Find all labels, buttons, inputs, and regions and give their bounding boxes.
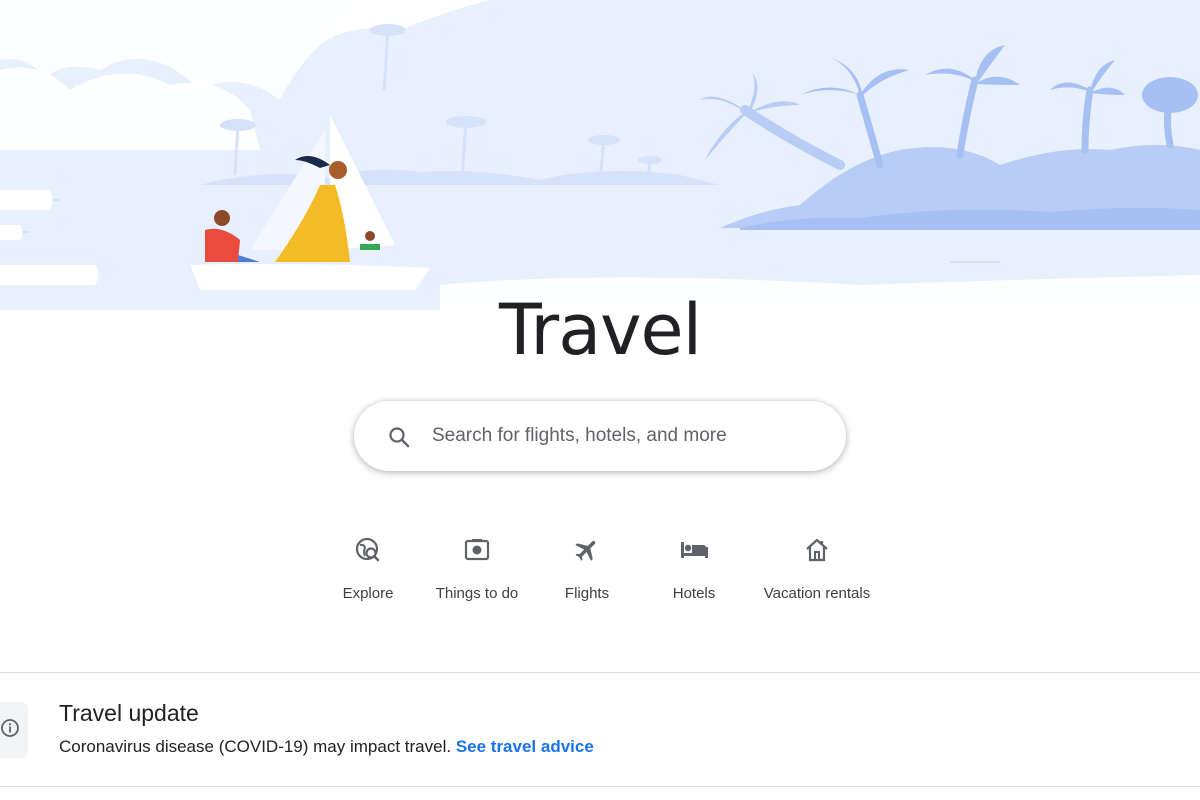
info-badge: [0, 702, 28, 758]
category-hotels[interactable]: Hotels: [659, 533, 729, 609]
divider: [0, 786, 1200, 787]
category-label: Things to do: [435, 585, 519, 602]
page-title: Travel: [498, 289, 702, 371]
category-label: Flights: [564, 585, 610, 602]
travel-update-message: Coronavirus disease (COVID-19) may impac…: [59, 737, 452, 756]
airplane-icon: [572, 535, 602, 565]
search-box[interactable]: [354, 401, 846, 471]
explore-globe-icon: [353, 535, 383, 565]
hero-illustration: [0, 0, 1200, 330]
info-icon: [0, 718, 20, 743]
house-icon: [802, 535, 832, 565]
category-explore[interactable]: Explore: [333, 533, 403, 609]
category-label: Hotels: [672, 585, 716, 602]
bed-icon: [679, 535, 709, 565]
search-icon: [387, 425, 411, 454]
category-nav: Explore Things to do Flights Hotels Vaca…: [0, 533, 1200, 613]
camera-icon: [462, 535, 492, 565]
search-input[interactable]: [432, 401, 822, 471]
travel-update-title: Travel update: [59, 700, 199, 726]
category-vacation-rentals[interactable]: Vacation rentals: [752, 533, 882, 609]
category-flights[interactable]: Flights: [552, 533, 622, 609]
divider: [0, 672, 1200, 673]
category-label: Vacation rentals: [763, 585, 871, 602]
travel-update-text: Coronavirus disease (COVID-19) may impac…: [59, 737, 594, 757]
category-label: Explore: [342, 585, 394, 602]
category-things-to-do[interactable]: Things to do: [427, 533, 527, 609]
see-travel-advice-link[interactable]: See travel advice: [456, 737, 594, 756]
